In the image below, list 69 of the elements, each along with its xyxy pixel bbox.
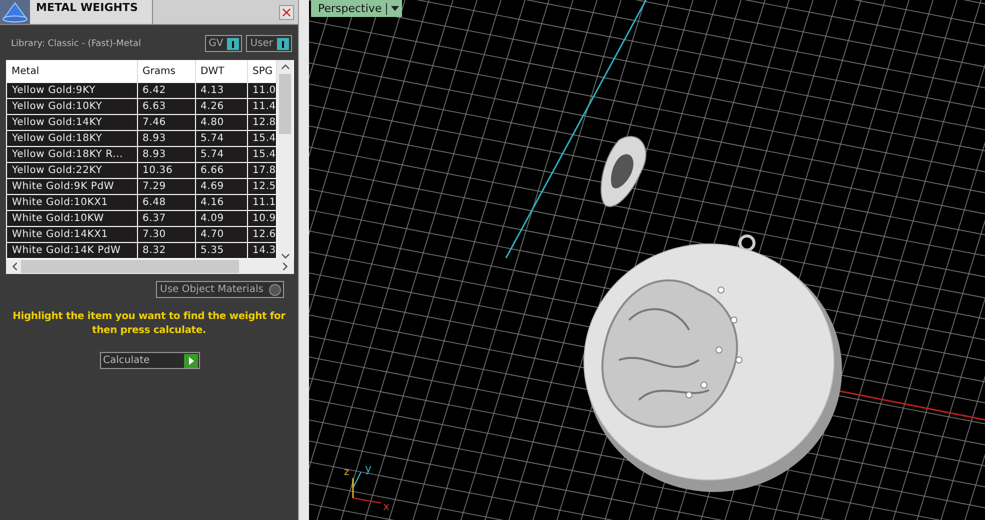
panel-title: METAL WEIGHTS [30,0,153,24]
table-cell: 4.09 [195,210,247,226]
table-cell: 10.9 [247,210,276,226]
library-label: Library: Classic - (Fast)-Metal [11,38,142,48]
table-cell: 4.13 [195,82,247,98]
scroll-thumb[interactable] [21,260,239,273]
column-header[interactable]: DWT [195,60,247,82]
table-cell: White Gold:14KX1 [6,226,137,242]
table-cell: 14.3 [247,242,276,258]
table-cell: Yellow Gold:14KY [6,114,137,130]
scroll-thumb[interactable] [279,74,291,134]
table-cell: 6.42 [137,82,195,98]
table-cell: 12.6 [247,226,276,242]
table-cell: White Gold:14K PdW [6,242,137,258]
table-cell: 10.36 [137,162,195,178]
bail-ring-drawing [600,136,646,208]
table-cell: 7.29 [137,178,195,194]
table-cell: 12.8 [247,114,276,130]
table-cell: 7.46 [137,114,195,130]
view-menu-button[interactable]: Perspective [311,0,402,17]
table-cell: White Gold:10KX1 [6,194,137,210]
table-cell: Yellow Gold:9KY [6,82,137,98]
play-icon [184,354,198,368]
caret-icon [390,6,399,11]
viewport[interactable]: z y x Perspective [309,0,985,520]
table-cell: 15.4 [247,130,276,146]
panel-splitter[interactable] [298,0,309,520]
table-cell: 4.70 [195,226,247,242]
table-cell: 4.26 [195,98,247,114]
table-cell: 15.4 [247,146,276,162]
toggle-button[interactable]: User [246,35,292,52]
axis-label: z [344,467,350,478]
table-cell: 8.93 [137,146,195,162]
table-cell: Yellow Gold:18KY [6,130,137,146]
table-cell: 6.37 [137,210,195,226]
instruction-text: Highlight the item you want to find the weight for then press calculate. [12,310,286,338]
table-cell: 5.74 [195,146,247,162]
table-cell: 5.35 [195,242,247,258]
table-cell: 6.63 [137,98,195,114]
column-header[interactable]: SPG [247,60,276,82]
toggle-button[interactable]: GV [204,35,242,52]
table-cell: 8.93 [137,130,195,146]
table-cell: Yellow Gold:18KY R... [6,146,137,162]
table-cell: 11.4 [247,98,276,114]
table-cell: White Gold:9K PdW [6,178,137,194]
vertical-scrollbar[interactable] [277,60,293,259]
horizontal-scrollbar[interactable] [6,259,294,274]
calculate-button[interactable]: Calculate [100,352,200,369]
table-cell: 17.8 [247,162,276,178]
table-cell: White Gold:10KW [6,210,137,226]
toggle-button[interactable]: Use Object Materials [156,281,284,298]
axis-label: y [365,462,372,475]
table-cell: Yellow Gold:10KY [6,98,137,114]
table-cell: 4.69 [195,178,247,194]
table-cell: 5.74 [195,130,247,146]
table-cell: 8.32 [137,242,195,258]
close-icon [282,8,291,16]
table-cell: 4.16 [195,194,247,210]
axis-label: x [383,500,390,513]
table-cell: 6.48 [137,194,195,210]
table-cell: 12.5 [247,178,276,194]
column-header[interactable]: Grams [137,60,195,82]
table-cell: 7.30 [137,226,195,242]
table-cell: Yellow Gold:22KY [6,162,137,178]
table-cell: 11.0 [247,82,276,98]
table-cell: 6.66 [195,162,247,178]
close-button[interactable] [279,4,294,20]
table-cell: 11.1 [247,194,276,210]
table-cell: 4.80 [195,114,247,130]
